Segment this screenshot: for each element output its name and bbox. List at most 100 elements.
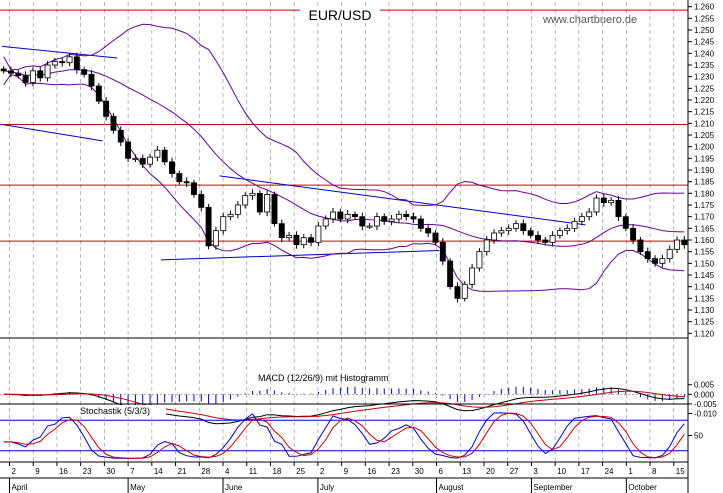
candle-body	[315, 225, 322, 243]
x-tick-label: 2	[11, 467, 16, 476]
candle-body	[293, 234, 300, 246]
candle-body	[132, 157, 139, 160]
candle-body	[549, 234, 556, 243]
x-tick-label: 21	[178, 467, 187, 476]
candle-body	[278, 223, 285, 239]
x-tick-label: 24	[605, 467, 614, 476]
candle-body	[81, 69, 88, 75]
candle-body	[271, 194, 278, 225]
y-tick-label: 1.120	[694, 329, 715, 338]
x-tick-label: 10	[557, 467, 566, 476]
candle-body	[447, 260, 454, 288]
candle-body	[513, 223, 519, 229]
macd-label: MACD (12/26/9) mit Histogramm	[258, 373, 389, 383]
candle-body	[564, 227, 571, 232]
candle-body	[256, 192, 263, 213]
x-tick-label: 2	[320, 467, 325, 476]
y-tick-label: 1.140	[694, 283, 715, 292]
candle-body	[59, 61, 66, 64]
candle-body	[198, 194, 205, 208]
candle-body	[527, 230, 534, 236]
candle-body	[439, 241, 446, 262]
y-tick-label: 1.180	[694, 189, 715, 198]
candle-body	[586, 211, 593, 218]
x-tick-label: 14	[154, 467, 163, 476]
x-tick-label: 6	[439, 467, 444, 476]
x-tick-label: 30	[106, 467, 115, 476]
candle-body	[366, 225, 373, 228]
candle-body	[681, 239, 688, 246]
y-tick-label: 0.000	[694, 390, 715, 399]
candle-body	[425, 227, 432, 234]
candle-body	[22, 75, 29, 83]
x-tick-label: 17	[581, 467, 590, 476]
y-tick-label: 50	[694, 432, 703, 441]
y-tick-label: -0.005	[694, 400, 717, 409]
candle-body	[483, 239, 490, 253]
y-tick-label: 1.170	[694, 213, 715, 222]
candle-body	[388, 218, 395, 222]
y-tick-label: 1.200	[694, 143, 715, 152]
candle-body	[410, 216, 417, 220]
candle-body	[51, 61, 58, 66]
candle-body	[103, 100, 110, 117]
month-label: June	[225, 483, 243, 492]
y-tick-label: 1.220	[694, 96, 715, 105]
candle-body	[322, 218, 329, 227]
month-label: August	[439, 483, 465, 492]
candle-body	[520, 223, 527, 232]
candle-body	[205, 206, 212, 247]
x-tick-label: 20	[486, 467, 495, 476]
candle-body	[147, 156, 154, 165]
candle-body	[330, 211, 336, 220]
y-tick-label: 1.255	[694, 14, 715, 23]
candle-body	[666, 248, 673, 260]
candle-body	[183, 181, 190, 184]
candle-body	[73, 56, 80, 71]
y-tick-label: 1.235	[694, 61, 715, 70]
candle-body	[44, 64, 51, 79]
candle-body	[344, 213, 351, 220]
candle-body	[652, 258, 659, 264]
candle-body	[571, 220, 578, 229]
candle-body	[556, 230, 563, 236]
candle-body	[454, 286, 461, 299]
y-tick-label: 1.230	[694, 73, 715, 82]
month-label: July	[320, 483, 334, 492]
candle-body	[659, 258, 666, 264]
y-tick-label: 1.185	[694, 178, 715, 187]
candle-body	[234, 204, 241, 215]
y-tick-label: 1.125	[694, 318, 715, 327]
candle-body	[608, 199, 615, 204]
watermark: www.chartbuero.de	[542, 14, 637, 26]
candle-body	[373, 216, 380, 227]
x-tick-label: 7	[130, 467, 135, 476]
candle-body	[220, 216, 227, 232]
candle-body	[308, 237, 315, 243]
candle-body	[593, 197, 600, 213]
x-tick-label: 27	[510, 467, 519, 476]
candle-body	[352, 213, 358, 218]
candle-body	[110, 115, 117, 131]
y-tick-label: 1.250	[694, 26, 715, 35]
candle-body	[395, 213, 402, 220]
candle-body	[630, 227, 637, 241]
month-label: October	[628, 483, 657, 492]
y-tick-label: 1.130	[694, 306, 715, 315]
y-tick-label: 1.215	[694, 108, 715, 117]
candle-body	[644, 251, 651, 260]
y-tick-label: 1.175	[694, 201, 715, 210]
x-tick-label: 9	[35, 467, 40, 476]
y-tick-label: -0.010	[694, 409, 717, 418]
chart-title: EUR/USD	[308, 7, 371, 23]
y-tick-label: 1.205	[694, 131, 715, 140]
candle-body	[542, 239, 549, 243]
x-tick-label: 30	[415, 467, 424, 476]
month-label: May	[130, 483, 145, 492]
y-tick-label: 1.145	[694, 271, 715, 280]
y-tick-label: 1.135	[694, 294, 715, 303]
y-tick-label: 1.225	[694, 84, 715, 93]
candle-body	[125, 141, 132, 159]
month-label: April	[11, 483, 27, 492]
stoch-label: Stochastik (5/3/3)	[80, 406, 150, 416]
